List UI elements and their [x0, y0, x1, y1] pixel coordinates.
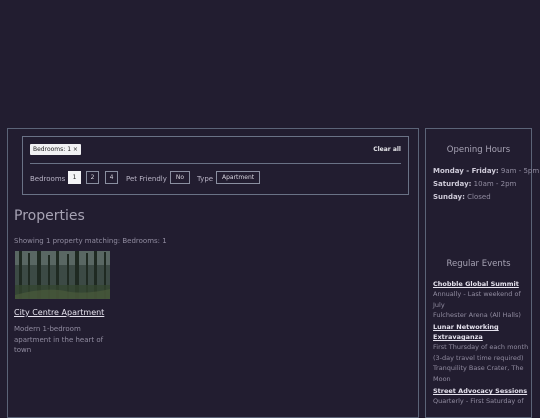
type-label: Type [197, 175, 214, 183]
bedrooms-option-2[interactable]: 2 [86, 171, 99, 184]
event-item: Street Advocacy Sessions Quarterly - Fir… [433, 386, 530, 407]
hours-day: Monday - Friday: [433, 167, 499, 175]
pet-friendly-label: Pet Friendly [126, 175, 167, 183]
bedrooms-option-4[interactable]: 4 [105, 171, 118, 184]
event-location: Fulchester Arena (All Halls) [433, 311, 521, 319]
hours-day: Saturday: [433, 180, 472, 188]
event-location: Tranquility Base Crater, The Moon [433, 364, 524, 383]
pet-friendly-option-no[interactable]: No [170, 171, 190, 184]
active-filter-chip[interactable]: Bedrooms: 1 × [30, 144, 81, 155]
property-title-link[interactable]: City Centre Apartment [14, 308, 104, 317]
clear-all-link[interactable]: Clear all [373, 146, 401, 153]
event-title-link[interactable]: Street Advocacy Sessions [433, 386, 530, 396]
hours-time: 9am - 5pm [500, 167, 540, 175]
main-panel: Bedrooms: 1 × Clear all Bedrooms 1 2 4 P… [7, 128, 419, 418]
filter-divider [30, 163, 401, 164]
event-item: Chobble Global Summit Annually - Last we… [433, 279, 530, 321]
event-item: Lunar Networking Extravaganza First Thur… [433, 322, 530, 384]
bedrooms-label: Bedrooms [30, 175, 66, 183]
event-schedule: First Thursday of each month (3-day trav… [433, 343, 529, 362]
hours-time: Closed [467, 193, 491, 201]
sidebar-panel: Opening Hours Monday - Friday: 9am - 5pm… [425, 128, 539, 418]
hours-time: 10am - 2pm [473, 180, 517, 188]
event-title-link[interactable]: Chobble Global Summit [433, 279, 530, 289]
forest-image [15, 251, 110, 299]
event-schedule: Annually - Last weekend of July [433, 290, 521, 309]
property-image[interactable] [15, 251, 110, 299]
hours-row: Saturday: 10am - 2pm [433, 180, 516, 188]
event-title-link[interactable]: Lunar Networking Extravaganza [433, 322, 530, 342]
hours-row: Sunday: Closed [433, 193, 491, 201]
opening-hours-heading: Opening Hours [446, 145, 511, 155]
results-summary: Showing 1 property matching: Bedrooms: 1 [14, 237, 167, 245]
filter-box: Bedrooms: 1 × Clear all Bedrooms 1 2 4 P… [22, 136, 409, 195]
bedrooms-option-1[interactable]: 1 [68, 171, 81, 184]
hours-row: Monday - Friday: 9am - 5pm [433, 167, 539, 175]
type-option-apartment[interactable]: Apartment [216, 171, 261, 184]
page-title: Properties [14, 208, 85, 224]
property-description: Modern 1-bedroom apartment in the heart … [14, 325, 104, 354]
hours-day: Sunday: [433, 193, 465, 201]
regular-events-heading: Regular Events [446, 259, 511, 269]
